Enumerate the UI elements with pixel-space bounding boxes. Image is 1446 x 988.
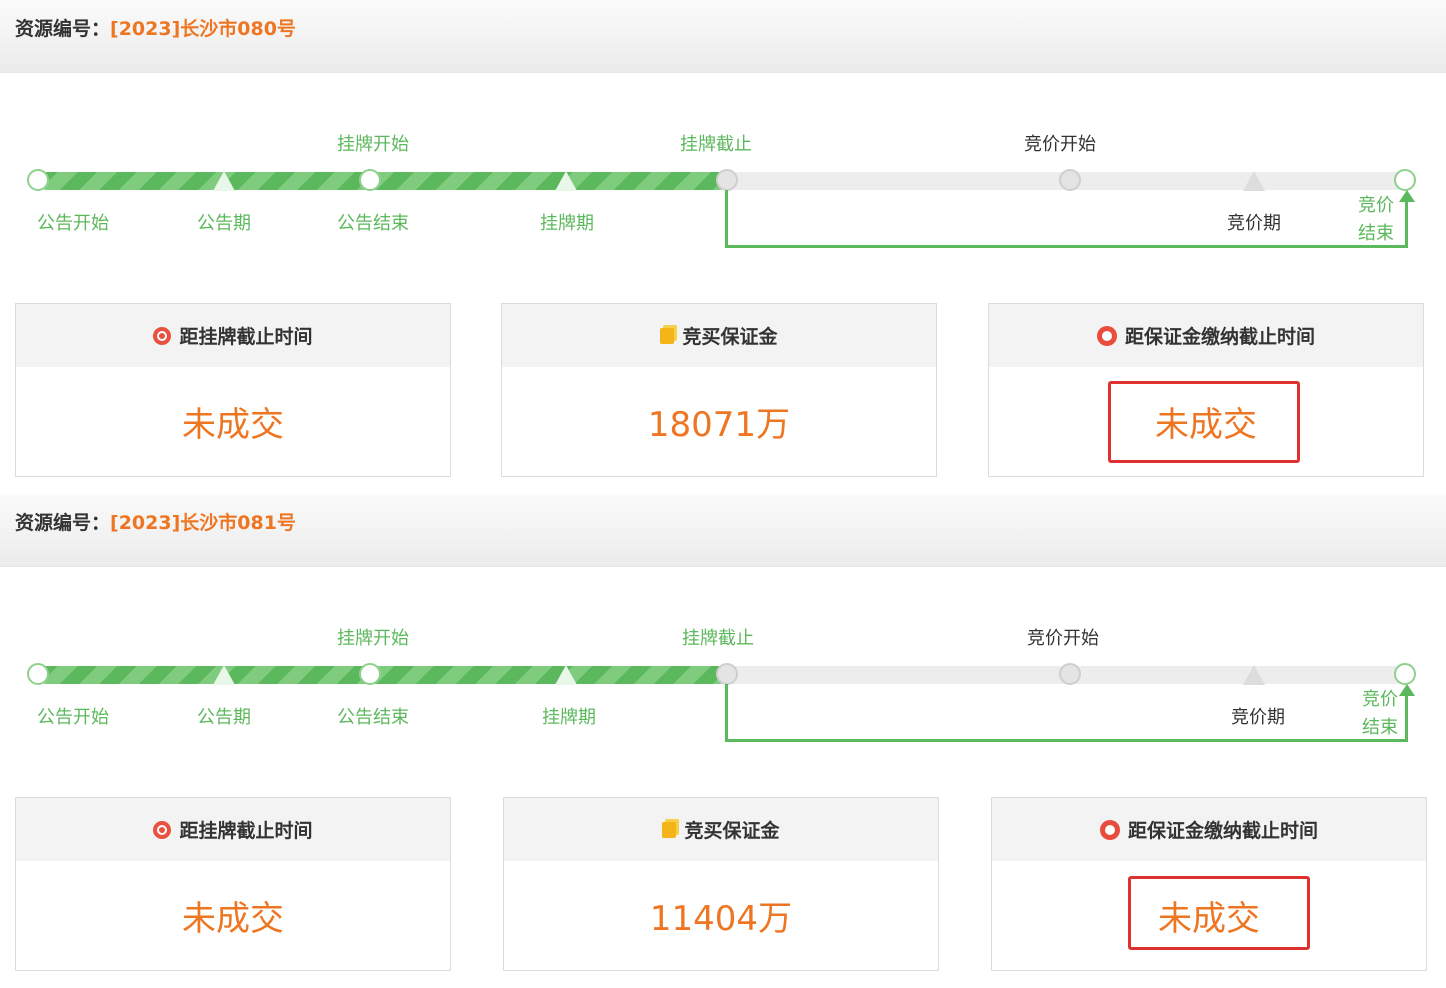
label-announce-end: 公告结束	[337, 213, 409, 234]
node-announce-end	[359, 169, 381, 191]
card-value-wrap: 未成交	[992, 861, 1426, 970]
resource-id-label: 资源编号：	[15, 18, 111, 40]
label-bid-end: 竞价结束	[1362, 689, 1398, 738]
node-bid-end	[1394, 169, 1416, 191]
label-announce-start: 公告开始	[37, 213, 109, 234]
card-header: 距挂牌截止时间	[16, 304, 450, 367]
timer-icon	[1099, 819, 1120, 840]
connector-line	[1405, 690, 1408, 742]
connector-line	[725, 245, 1408, 248]
card-title: 距挂牌截止时间	[179, 326, 313, 348]
resource-id-line: 资源编号：[2023]长沙市080号	[15, 14, 296, 41]
card-title: 竞买保证金	[682, 326, 778, 348]
card-listing-deadline: 距挂牌截止时间 未成交	[15, 797, 451, 971]
label-bid-end: 竞价结束	[1358, 195, 1394, 244]
card-title: 距保证金缴纳截止时间	[1124, 326, 1315, 348]
node-announce-period	[213, 665, 235, 685]
card-deposit-deadline: 距保证金缴纳截止时间 未成交	[988, 303, 1424, 477]
card-header: 距挂牌截止时间	[16, 798, 450, 861]
card-deposit: 竞买保证金 18071万	[501, 303, 937, 477]
node-bid-end	[1394, 663, 1416, 685]
card-header: 距保证金缴纳截止时间	[989, 304, 1423, 367]
highlight-box	[1108, 381, 1300, 463]
node-listing-period	[555, 665, 577, 685]
node-bid-start	[1059, 169, 1081, 191]
timer-icon	[1096, 325, 1117, 346]
node-listing-period	[555, 171, 577, 191]
resource-id-value[interactable]: [2023]长沙市081号	[110, 512, 296, 534]
card-value: 11404万	[649, 899, 793, 939]
alarm-clock-icon	[153, 326, 172, 345]
node-listing-end	[716, 663, 738, 685]
resource-header: 资源编号：[2023]长沙市081号	[0, 494, 1446, 567]
label-listing-start: 挂牌开始	[337, 628, 409, 649]
card-value: 未成交	[182, 899, 284, 939]
timeline-progress-fill	[38, 172, 728, 190]
card-title: 竞买保证金	[684, 820, 780, 842]
highlight-box	[1128, 876, 1310, 950]
resource-id-line: 资源编号：[2023]长沙市081号	[15, 508, 296, 535]
label-bid-period: 竞价期	[1231, 707, 1285, 728]
coins-icon	[660, 327, 675, 344]
card-title: 距保证金缴纳截止时间	[1127, 820, 1318, 842]
card-value-wrap: 未成交	[989, 367, 1423, 476]
node-bid-start	[1059, 663, 1081, 685]
node-announce-end	[359, 663, 381, 685]
label-listing-end: 挂牌截止	[682, 628, 754, 649]
resource-id-value[interactable]: [2023]长沙市080号	[110, 18, 296, 40]
node-announce-start	[27, 663, 49, 685]
card-value: 未成交	[182, 405, 284, 445]
label-listing-end: 挂牌截止	[680, 134, 752, 155]
progress-timeline: 挂牌开始 挂牌截止 竞价开始 公告开始 公告期 公告结束 挂牌期 竞价期 竞价结…	[0, 72, 1446, 302]
connector-line	[725, 739, 1408, 742]
connector-line	[725, 684, 728, 742]
alarm-clock-icon	[153, 820, 172, 839]
label-announce-end: 公告结束	[337, 707, 409, 728]
resource-block: 资源编号：[2023]长沙市081号 挂牌开始 挂牌截止 竞价开始 公告开始 公…	[0, 494, 1446, 988]
node-listing-end	[716, 169, 738, 191]
arrow-up-icon	[1399, 190, 1415, 202]
label-bid-start: 竞价开始	[1027, 628, 1099, 649]
connector-line	[725, 190, 728, 248]
timeline-progress-fill	[38, 666, 728, 684]
label-announce-period: 公告期	[197, 213, 251, 234]
node-bid-period	[1243, 171, 1265, 191]
card-listing-deadline: 距挂牌截止时间 未成交	[15, 303, 451, 477]
coins-icon	[662, 821, 677, 838]
card-header: 竞买保证金	[502, 304, 936, 367]
label-listing-start: 挂牌开始	[337, 134, 409, 155]
resource-block: 资源编号：[2023]长沙市080号 挂牌开始 挂牌截止 竞价开始 公告开始 公…	[0, 0, 1446, 494]
node-announce-period	[213, 171, 235, 191]
label-bid-start: 竞价开始	[1024, 134, 1096, 155]
card-header: 竞买保证金	[504, 798, 938, 861]
card-value: 18071万	[647, 405, 791, 445]
resource-header: 资源编号：[2023]长沙市080号	[0, 0, 1446, 73]
progress-timeline: 挂牌开始 挂牌截止 竞价开始 公告开始 公告期 公告结束 挂牌期 竞价期 竞价结…	[0, 566, 1446, 796]
label-listing-period: 挂牌期	[542, 707, 596, 728]
arrow-up-icon	[1399, 684, 1415, 696]
label-announce-period: 公告期	[197, 707, 251, 728]
connector-line	[1405, 196, 1408, 248]
card-header: 距保证金缴纳截止时间	[992, 798, 1426, 861]
label-bid-period: 竞价期	[1227, 213, 1281, 234]
card-deposit-deadline: 距保证金缴纳截止时间 未成交	[991, 797, 1427, 971]
card-title: 距挂牌截止时间	[179, 820, 313, 842]
node-bid-period	[1243, 665, 1265, 685]
resource-id-label: 资源编号：	[15, 512, 111, 534]
label-announce-start: 公告开始	[37, 707, 109, 728]
node-announce-start	[27, 169, 49, 191]
label-listing-period: 挂牌期	[540, 213, 594, 234]
card-deposit: 竞买保证金 11404万	[503, 797, 939, 971]
